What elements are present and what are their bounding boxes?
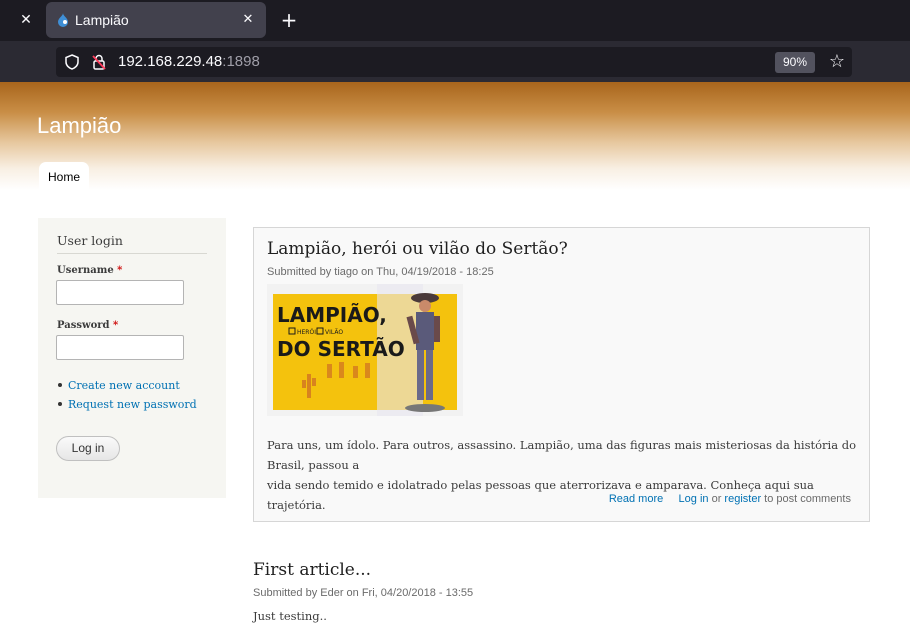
- request-password-label: Request new password: [68, 398, 197, 411]
- article-title-link[interactable]: Lampião, herói ou vilão do Sertão?: [267, 239, 568, 259]
- login-links: Create new account Request new password: [58, 376, 197, 414]
- browser-nav-bar: 192.168.229.48:1898 90% ☆: [0, 41, 910, 82]
- required-marker: *: [113, 320, 119, 331]
- nav-home-tab[interactable]: Home: [39, 162, 89, 190]
- article-teaser: Lampião, herói ou vilão do Sertão? Submi…: [253, 227, 870, 522]
- username-input[interactable]: [56, 280, 184, 305]
- url-port: :1898: [222, 53, 260, 70]
- new-tab-icon[interactable]: +: [278, 9, 300, 31]
- tab-title: Lampião: [75, 12, 129, 28]
- password-input[interactable]: [56, 335, 184, 360]
- site-header: Lampião Home: [0, 82, 910, 190]
- password-label-text: Password: [57, 320, 110, 331]
- image-text-heroi: HERÓI: [297, 329, 316, 336]
- register-link[interactable]: register: [724, 493, 761, 505]
- zoom-indicator[interactable]: 90%: [775, 52, 815, 73]
- article-body-line-1: Para uns, um ídolo. Para outros, assassi…: [267, 438, 857, 472]
- request-password-link[interactable]: Request new password: [58, 395, 197, 414]
- drupal-icon: [58, 13, 68, 27]
- read-more-link[interactable]: Read more: [609, 493, 663, 505]
- browser-tab-bar: ✕ Lampião ✕ +: [0, 0, 910, 41]
- username-label: Username *: [57, 265, 122, 276]
- log-in-link[interactable]: Log in: [679, 493, 709, 505]
- tab-close-icon[interactable]: ✕: [238, 9, 258, 31]
- url-host: 192.168.229.48: [118, 53, 223, 70]
- required-marker: *: [117, 265, 123, 276]
- post-comments-text: to post comments: [764, 493, 851, 505]
- article-submitted: Submitted by tiago on Thu, 04/19/2018 - …: [267, 266, 494, 278]
- url-text[interactable]: 192.168.229.48:1898: [118, 47, 260, 77]
- shield-icon[interactable]: [64, 54, 80, 70]
- article-2-title-link[interactable]: First article...: [253, 560, 371, 580]
- user-login-block: User login Username * Password * Create …: [38, 218, 226, 498]
- image-text-vilao: VILÃO: [325, 329, 343, 336]
- bullet: [58, 402, 62, 406]
- bullet: [58, 383, 62, 387]
- site-name[interactable]: Lampião: [37, 113, 121, 139]
- image-text-lampiao: LAMPIÃO,: [277, 303, 387, 327]
- article-links: Read more Log in or register to post com…: [609, 493, 851, 505]
- username-label-text: Username: [57, 265, 114, 276]
- article-2-submitted: Submitted by Eder on Fri, 04/20/2018 - 1…: [253, 587, 474, 599]
- insecure-lock-icon[interactable]: [92, 54, 106, 70]
- article-2-body: Just testing..: [253, 609, 327, 623]
- url-bar[interactable]: 192.168.229.48:1898 90% ☆: [56, 47, 852, 77]
- close-icon[interactable]: ✕: [16, 9, 36, 31]
- block-title: User login: [57, 233, 207, 254]
- image-text-do-sertao: DO SERTÃO: [277, 337, 405, 361]
- password-label: Password *: [57, 320, 118, 331]
- or-text: or: [711, 493, 722, 505]
- create-account-link[interactable]: Create new account: [58, 376, 197, 395]
- create-account-label: Create new account: [68, 379, 180, 392]
- bookmark-star-icon[interactable]: ☆: [827, 52, 847, 72]
- article-image[interactable]: LAMPIÃO, HERÓI VILÃO DO SERTÃO: [267, 284, 463, 416]
- browser-tab[interactable]: Lampião ✕: [46, 2, 266, 38]
- log-in-button[interactable]: Log in: [56, 436, 120, 461]
